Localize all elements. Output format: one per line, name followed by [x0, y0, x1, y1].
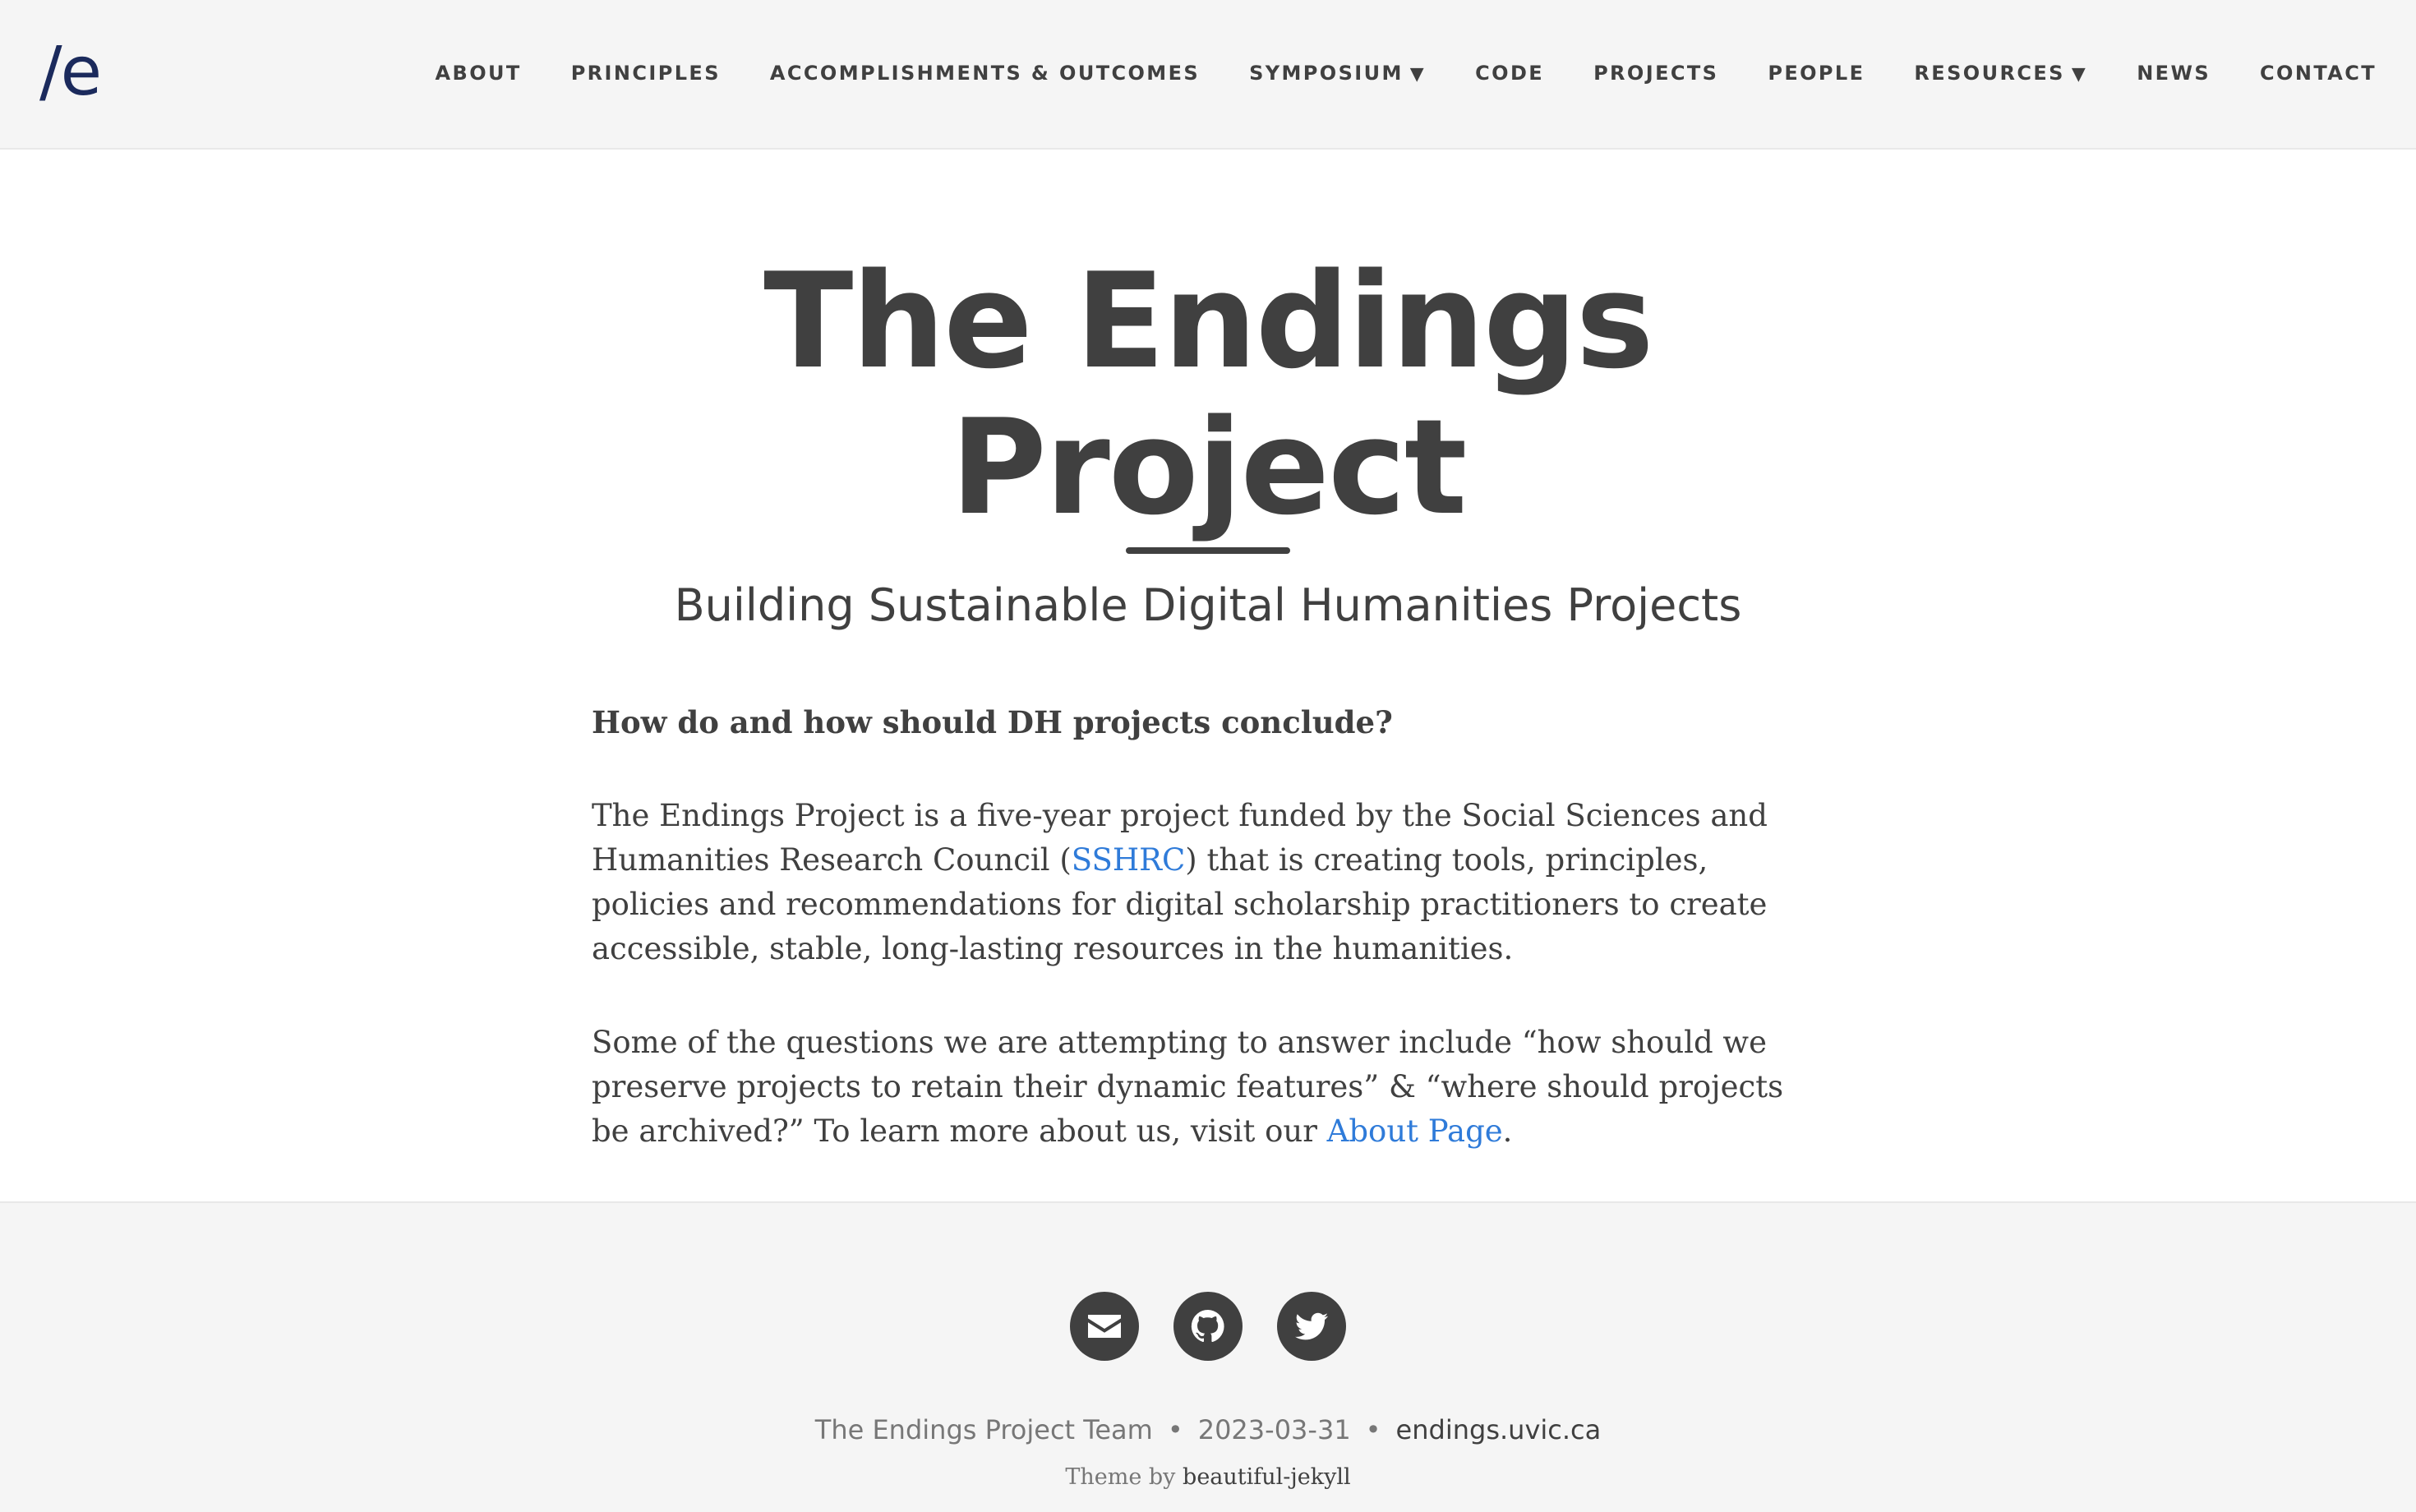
- paragraph-text: .: [1502, 1113, 1513, 1149]
- caret-down-icon: ▼: [1409, 64, 1427, 85]
- nav-item-symposium[interactable]: SYMPOSIUM ▼: [1249, 59, 1426, 89]
- footer-date: 2023-03-31: [1197, 1414, 1351, 1445]
- nav-item-news[interactable]: NEWS: [2137, 59, 2211, 89]
- navbar: /e ABOUT PRINCIPLES ACCOMPLISHMENTS & OU…: [0, 0, 2416, 150]
- footer: The Endings Project Team • 2023-03-31 • endi…: [0, 1201, 2416, 1512]
- nav-label: NEWS: [2137, 62, 2211, 85]
- nav-label: CONTACT: [2260, 62, 2377, 85]
- nav-menu: ABOUT PRINCIPLES ACCOMPLISHMENTS & OUTCO…: [436, 59, 2377, 89]
- intro-paragraph: The Endings Project is a five-year proje…: [592, 794, 1824, 971]
- envelope-icon[interactable]: [1070, 1292, 1139, 1361]
- theme-credit: Theme by beautiful-jekyll: [0, 1464, 2416, 1490]
- nav-item-projects[interactable]: PROJECTS: [1593, 59, 1718, 89]
- footer-site-link[interactable]: endings.uvic.ca: [1396, 1414, 1602, 1445]
- nav-label: CODE: [1475, 62, 1545, 85]
- about-page-link[interactable]: About Page: [1327, 1113, 1503, 1149]
- twitter-icon[interactable]: [1277, 1292, 1346, 1361]
- nav-label: PRINCIPLES: [570, 62, 721, 85]
- sshrc-link[interactable]: SSHRC: [1072, 842, 1185, 878]
- paragraph-text: Some of the questions we are attempting …: [592, 1025, 1784, 1149]
- copyright-line: The Endings Project Team • 2023-03-31 • endi…: [0, 1413, 2416, 1446]
- nav-item-code[interactable]: CODE: [1475, 59, 1544, 89]
- footer-separator: •: [1365, 1414, 1381, 1445]
- brand-logo[interactable]: /e: [39, 35, 102, 110]
- questions-paragraph: Some of the questions we are attempting …: [592, 1021, 1824, 1154]
- main-content: How do and how should DH projects conclu…: [592, 700, 1824, 1203]
- nav-label: RESOURCES: [1914, 62, 2065, 85]
- theme-prefix: Theme by: [1065, 1464, 1183, 1490]
- nav-item-principles[interactable]: PRINCIPLES: [571, 59, 721, 89]
- nav-label: ABOUT: [435, 62, 522, 85]
- nav-label: ACCOMPLISHMENTS & OUTCOMES: [769, 62, 1201, 85]
- title-divider: [1126, 547, 1290, 554]
- nav-item-people[interactable]: PEOPLE: [1768, 59, 1865, 89]
- nav-label: SYMPOSIUM: [1249, 62, 1404, 85]
- theme-link[interactable]: beautiful-jekyll: [1183, 1464, 1351, 1490]
- caret-down-icon: ▼: [2071, 64, 2088, 85]
- footer-separator: •: [1167, 1414, 1183, 1445]
- github-icon[interactable]: [1173, 1292, 1243, 1361]
- footer-author: The Endings Project Team: [814, 1414, 1153, 1445]
- nav-item-accomplishments[interactable]: ACCOMPLISHMENTS & OUTCOMES: [770, 59, 1200, 89]
- page-header: The Endings Project Building Sustainable…: [0, 150, 2416, 633]
- nav-item-contact[interactable]: CONTACT: [2260, 59, 2377, 89]
- intro-question: How do and how should DH projects conclu…: [592, 704, 1393, 740]
- page-title: The Endings Project: [0, 248, 2416, 541]
- page-title-line1: The Endings: [763, 244, 1654, 398]
- page-subtitle: Building Sustainable Digital Humanities …: [674, 579, 1742, 631]
- nav-item-resources[interactable]: RESOURCES ▼: [1914, 59, 2087, 89]
- nav-item-about[interactable]: ABOUT: [436, 59, 522, 89]
- page-title-line2: Project: [950, 390, 1468, 544]
- nav-label: PEOPLE: [1768, 62, 1865, 85]
- social-links: [0, 1292, 2416, 1361]
- nav-label: PROJECTS: [1593, 62, 1719, 85]
